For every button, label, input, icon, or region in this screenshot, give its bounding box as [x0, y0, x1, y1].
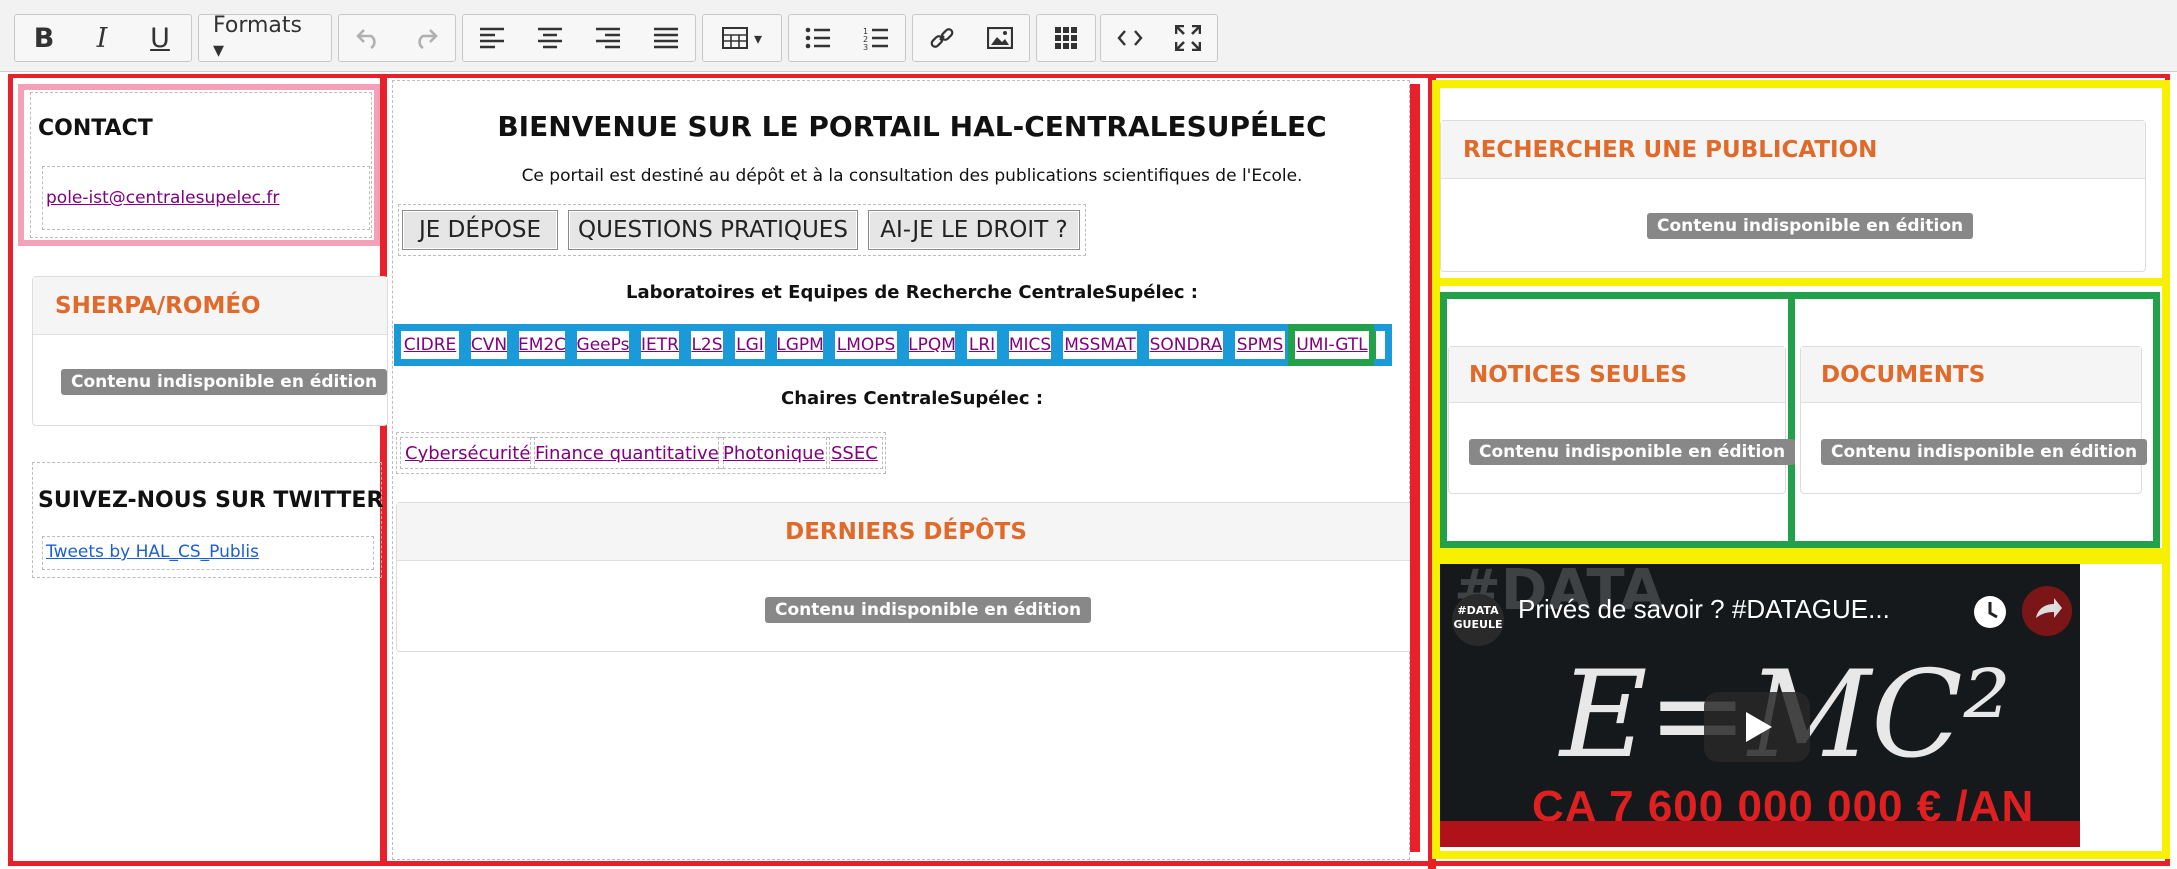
lab-link-mics[interactable]: MICS: [1002, 324, 1058, 366]
ai-je-le-droit-button[interactable]: AI-JE LE DROIT ?: [868, 210, 1080, 250]
undo-icon[interactable]: [339, 15, 397, 61]
notices-documents-divider: [1788, 292, 1795, 548]
list-group: 123: [788, 14, 906, 62]
bold-button[interactable]: B: [15, 15, 73, 61]
insert-group: [912, 14, 1030, 62]
numbered-list-icon[interactable]: 123: [847, 15, 905, 61]
intro-text: Ce portail est destiné au dépôt et à la …: [521, 166, 1303, 186]
formats-group: Formats ▾: [198, 13, 332, 63]
documents-badge: Contenu indisponible en édition: [1821, 439, 2148, 465]
sherpa-romeo-widget: SHERPA/ROMÉO Contenu indisponible en édi…: [32, 276, 388, 426]
documents-title: DOCUMENTS: [1801, 347, 2141, 403]
je-depose-button[interactable]: JE DÉPOSE: [402, 210, 558, 250]
notices-seules-widget: NOTICES SEULES Contenu indisponible en é…: [1448, 346, 1796, 494]
widgets-group: [1036, 14, 1096, 62]
source-code-icon[interactable]: [1101, 15, 1159, 61]
video-title[interactable]: Privés de savoir ? #DATAGUE...: [1518, 594, 1890, 625]
lab-link-lgi[interactable]: LGI: [728, 324, 772, 366]
bullet-list-icon[interactable]: [789, 15, 847, 61]
watch-later-icon[interactable]: [1970, 592, 2010, 632]
view-group: [1100, 14, 1218, 62]
lab-link-lri[interactable]: LRI: [960, 324, 1004, 366]
align-justify-icon[interactable]: [637, 15, 695, 61]
notices-seules-badge: Contenu indisponible en édition: [1469, 439, 1796, 465]
documents-widget: DOCUMENTS Contenu indisponible en éditio…: [1800, 346, 2148, 494]
lab-link-ietr[interactable]: IETR: [634, 324, 686, 366]
search-publication-widget: RECHERCHER UNE PUBLICATION Contenu indis…: [1440, 120, 2146, 272]
sherpa-romeo-badge: Contenu indisponible en édition: [61, 369, 388, 395]
center-right-separator: [1410, 84, 1420, 852]
lab-link-lgpm[interactable]: LGPM: [770, 324, 830, 366]
labs-row-outline: [1374, 324, 1392, 366]
fullscreen-icon[interactable]: [1159, 15, 1217, 61]
channel-logo: #DATA GUEULE: [1452, 594, 1504, 646]
image-icon[interactable]: [971, 15, 1029, 61]
lab-link-mssmat[interactable]: MSSMAT: [1056, 324, 1144, 366]
alignment-group: [462, 14, 696, 62]
table-dropdown[interactable]: ▾: [703, 15, 781, 61]
lab-link-lmops[interactable]: LMOPS: [828, 324, 904, 366]
chevron-down-icon: ▾: [753, 28, 763, 48]
latest-deposits-badge: Contenu indisponible en édition: [765, 597, 1092, 623]
redo-icon[interactable]: [397, 15, 455, 61]
labs-title: Laboratoires et Equipes de Recherche Cen…: [626, 282, 1198, 303]
underline-button[interactable]: U: [131, 15, 189, 61]
lab-link-lpqm[interactable]: LPQM: [902, 324, 962, 366]
lab-link-spms[interactable]: SPMS: [1228, 324, 1292, 366]
align-right-icon[interactable]: [579, 15, 637, 61]
chair-link-ssec[interactable]: SSEC: [826, 437, 883, 469]
welcome-title: BIENVENUE SUR LE PORTAIL HAL-CENTRALESUP…: [497, 110, 1327, 143]
lab-link-sondra[interactable]: SONDRA: [1142, 324, 1230, 366]
search-publication-title: RECHERCHER UNE PUBLICATION: [1441, 121, 2145, 179]
notices-seules-title: NOTICES SEULES: [1449, 347, 1785, 403]
formats-dropdown[interactable]: Formats ▾: [199, 13, 331, 63]
video-bottom-bar: [1440, 821, 2080, 847]
chair-link-photonique[interactable]: Photonique: [718, 437, 830, 469]
chairs-title: Chaires CentraleSupélec :: [780, 388, 1044, 409]
play-button-icon[interactable]: [1704, 692, 1810, 762]
latest-deposits-widget: DERNIERS DÉPÔTS Contenu indisponible en …: [396, 502, 1416, 652]
chair-link-cybersecurite[interactable]: Cybersécurité: [400, 437, 536, 469]
lab-link-geeps[interactable]: GeePs: [570, 324, 636, 366]
video-embed[interactable]: #DATA #DATA GUEULE Privés de savoir ? #D…: [1440, 564, 2080, 847]
lab-link-em2c[interactable]: EM2C: [512, 324, 572, 366]
search-publication-badge: Contenu indisponible en édition: [1647, 213, 1974, 239]
grid-icon[interactable]: [1037, 15, 1095, 61]
twitter-timeline-link[interactable]: Tweets by HAL_CS_Publis: [46, 542, 259, 562]
twitter-title: SUIVEZ-NOUS SUR TWITTER: [38, 488, 384, 513]
lab-link-cvn[interactable]: CVN: [464, 324, 514, 366]
text-style-group: B I U: [14, 14, 192, 62]
lab-link-l2s[interactable]: L2S: [684, 324, 730, 366]
editor-toolbar: B I U Formats ▾ ▾ 1 2 3: [0, 0, 2177, 72]
contact-title: CONTACT: [38, 116, 153, 141]
align-center-icon[interactable]: [521, 15, 579, 61]
share-icon[interactable]: [2022, 586, 2072, 636]
sherpa-romeo-title: SHERPA/ROMÉO: [33, 277, 387, 335]
svg-text:3: 3: [863, 43, 868, 50]
link-icon[interactable]: [913, 15, 971, 61]
questions-pratiques-button[interactable]: QUESTIONS PRATIQUES: [568, 210, 858, 250]
table-group: ▾: [702, 14, 782, 62]
italic-button[interactable]: I: [73, 15, 131, 61]
lab-link-umi-gtl[interactable]: UMI-GTL: [1288, 324, 1376, 366]
lab-link-cidre[interactable]: CIDRE: [394, 324, 466, 366]
align-left-icon[interactable]: [463, 15, 521, 61]
contact-email-link[interactable]: pole-ist@centralesupelec.fr: [46, 188, 279, 208]
chair-link-finance-quantitative[interactable]: Finance quantitative: [530, 437, 724, 469]
latest-deposits-title: DERNIERS DÉPÔTS: [397, 503, 1415, 561]
table-icon: [721, 27, 748, 49]
history-group: [338, 14, 456, 62]
